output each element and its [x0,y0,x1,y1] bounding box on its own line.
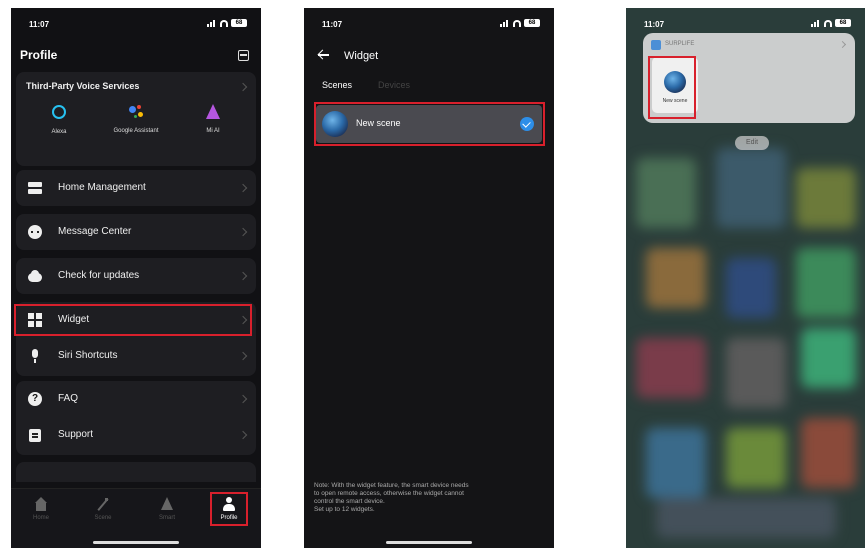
battery-icon: 68 [524,19,540,27]
smart-icon [160,497,174,511]
status-bar: 11:07 68 [304,8,554,30]
home-management-icon [28,181,42,195]
home-screen: 11:07 68 SURPLIFE New scene Edit [626,8,865,548]
more-card [16,462,256,482]
tab-smart[interactable]: Smart [145,497,189,521]
help-icon: ? [28,392,42,406]
widget-app-name: SURPLIFE [665,41,695,47]
scan-icon[interactable] [238,50,249,61]
note-line: Set up to 12 widgets. [314,506,375,513]
battery-icon: 68 [231,19,247,27]
google-assistant-icon [128,104,144,120]
bottom-tab-bar: Home Scene Smart Profile [11,488,261,548]
chevron-right-icon [238,183,248,193]
menu-siri-shortcuts[interactable]: Siri Shortcuts [16,338,256,374]
note-line: to open remote access, otherwise the wid… [314,490,464,497]
mi-ai-icon [205,104,221,120]
widget-note: Note: With the widget feature, the smart… [314,482,546,514]
microphone-icon [28,349,42,363]
voice-item-label: Alexa [51,129,67,135]
signal-icon [207,19,217,27]
cloud-upload-icon [28,269,42,283]
status-time: 11:07 [644,20,665,29]
status-time: 11:07 [322,20,343,29]
voice-item-label: Google Assistant [113,128,159,134]
voice-services-card[interactable]: Third-Party Voice Services Alexa Google … [16,72,256,166]
status-bar: 11:07 68 [626,8,865,30]
tab-label: Smart [158,515,175,521]
menu-label: Home Management [58,182,146,193]
home-indicator [93,541,179,544]
menu-message-center[interactable]: Message Center [16,214,256,250]
menu-label: FAQ [58,393,79,404]
chevron-right-icon [238,394,248,404]
magic-wand-icon [96,497,110,511]
edit-button[interactable]: Edit [735,136,769,150]
voice-item-google-assistant[interactable]: Google Assistant [96,104,176,134]
app-icon [651,40,661,50]
wifi-icon [824,19,832,27]
menu-label: Siri Shortcuts [58,350,118,361]
menu-label: Message Center [58,226,132,237]
back-arrow-icon[interactable] [318,50,330,60]
note-line: control the smart device. [314,498,385,505]
chevron-right-icon [238,271,248,281]
menu-check-updates[interactable]: Check for updates [16,258,256,294]
menu-support[interactable]: Support [16,417,256,453]
page-title: Profile [20,48,58,62]
alexa-icon [51,105,67,121]
tab-label: Home [32,515,49,521]
menu-faq[interactable]: ? FAQ [16,381,256,417]
voice-item-mi-ai[interactable]: Mi AI [173,104,253,134]
tab-home[interactable]: Home [19,497,63,521]
menu-label: Support [58,429,94,440]
widget-scene-highlight-box [648,56,696,119]
scene-highlight-box [314,102,545,146]
tab-scene[interactable]: Scene [81,497,125,521]
voice-item-label: Mi AI [206,128,220,134]
tab-scenes[interactable]: Scenes [322,80,352,90]
profile-tab-highlight-box [210,492,248,526]
chevron-right-icon [238,430,248,440]
signal-icon [500,19,510,27]
chevron-right-icon [238,227,248,237]
home-icon [34,497,48,511]
wifi-icon [220,19,228,27]
wifi-icon [513,19,521,27]
profile-screen: 11:07 68 Profile Third-Party Voice Servi… [11,8,261,548]
status-bar: 11:07 68 [11,8,261,30]
home-indicator [386,541,472,544]
voice-services-title: Third-Party Voice Services [26,81,140,91]
status-time: 11:07 [29,20,50,29]
menu-label: Check for updates [58,270,140,281]
chevron-right-icon [838,40,847,49]
signal-icon [811,19,821,27]
voice-item-alexa[interactable]: Alexa [19,104,99,135]
battery-icon: 68 [835,19,851,27]
note-line: Note: With the widget feature, the smart… [314,482,469,489]
widget-highlight-box [14,304,252,336]
message-icon [28,225,42,239]
chevron-right-icon [238,351,248,361]
clipboard-icon [28,428,42,442]
tab-devices[interactable]: Devices [378,80,410,90]
menu-home-management[interactable]: Home Management [16,170,256,206]
page-title: Widget [344,50,379,62]
widget-screen: 11:07 68 Widget Scenes Devices New scene… [304,8,554,548]
faq-support-card: ? FAQ Support [16,381,256,455]
tab-label: Scene [94,515,112,521]
chevron-right-icon [238,82,248,92]
